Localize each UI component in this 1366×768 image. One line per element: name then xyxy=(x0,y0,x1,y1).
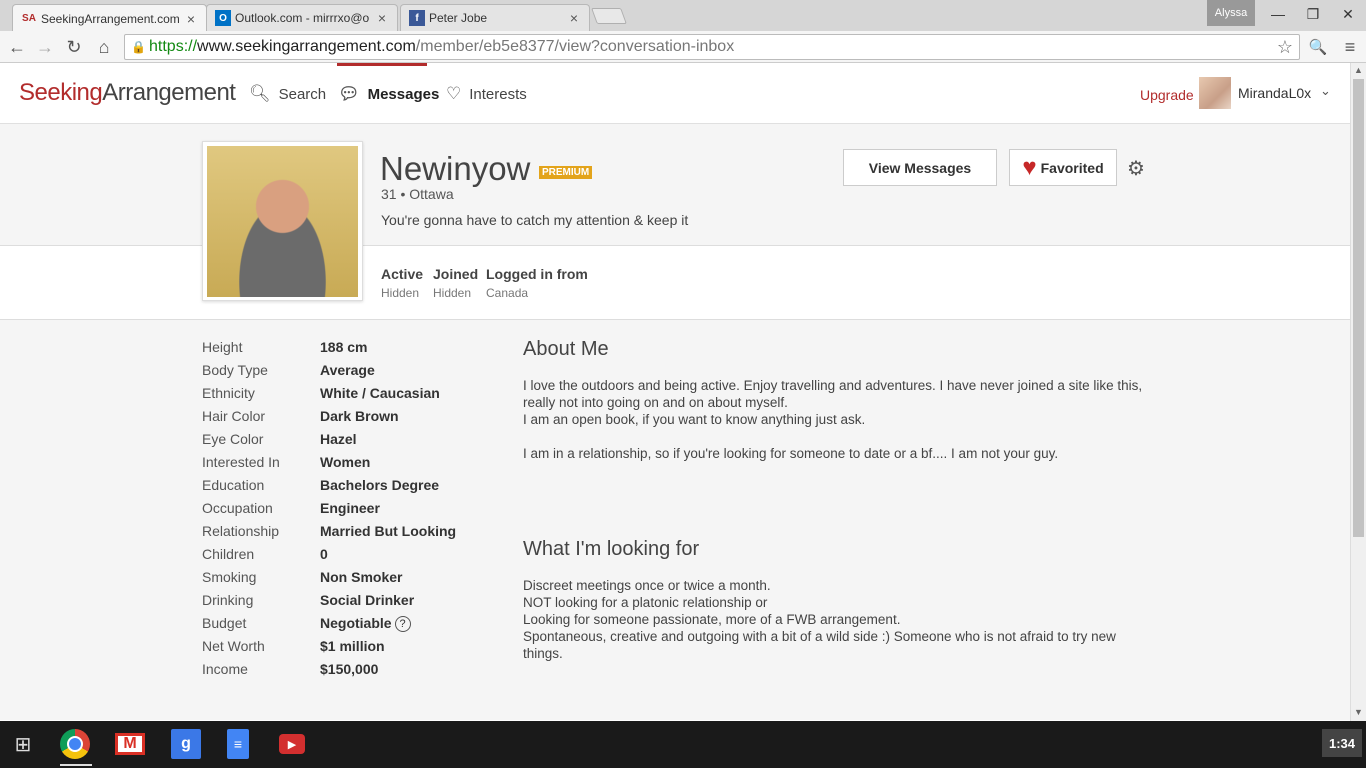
home-icon[interactable]: ⌂ xyxy=(92,35,116,59)
favorited-button[interactable]: ♥ Favorited xyxy=(1009,149,1117,186)
stat-value: Hidden xyxy=(433,286,472,300)
username[interactable]: MirandaL0x xyxy=(1238,85,1311,101)
close-tab-icon[interactable]: × xyxy=(375,10,389,26)
tab-title: SeekingArrangement.com xyxy=(41,11,180,26)
search-icon: 🔍︎ xyxy=(249,84,271,103)
view-messages-button[interactable]: View Messages xyxy=(843,149,997,186)
close-window-icon[interactable]: ✕ xyxy=(1333,4,1363,24)
menu-icon[interactable]: ≡ xyxy=(1338,35,1362,59)
stat-joined: Joined Hidden xyxy=(433,266,478,300)
nav-search[interactable]: 🔍︎ Search xyxy=(249,83,326,105)
forward-arrow-icon[interactable]: → xyxy=(33,35,57,59)
close-tab-icon[interactable]: × xyxy=(184,11,198,27)
browser-tab-outlook[interactable]: O Outlook.com - mirrrxo@o × xyxy=(206,4,398,31)
extension-search-icon[interactable]: 🔍 xyxy=(1306,35,1330,59)
scroll-up-arrow-icon[interactable]: ▲ xyxy=(1354,65,1363,75)
reload-icon[interactable]: ↻ xyxy=(62,35,86,59)
url-path: /member/eb5e8377/view?conversation-inbox xyxy=(415,38,735,55)
scroll-down-arrow-icon[interactable]: ▼ xyxy=(1354,707,1363,717)
scrollbar-thumb[interactable] xyxy=(1353,79,1364,537)
about-me-line xyxy=(523,428,1153,445)
about-me-line: I am an open book, if you want to know a… xyxy=(523,412,866,427)
running-indicator xyxy=(60,764,92,766)
nav-active-indicator xyxy=(337,63,427,66)
profile-photo xyxy=(207,146,358,297)
nav-messages[interactable]: 💬︎ Messages xyxy=(338,83,439,105)
nav-search-label: Search xyxy=(278,85,327,103)
nav-interests-label: Interests xyxy=(469,85,527,103)
stat-value: Canada xyxy=(486,286,529,300)
member-name: Newinyow xyxy=(380,150,531,187)
google-search-icon[interactable]: g xyxy=(171,729,201,759)
google-docs-icon[interactable]: ≡ xyxy=(227,729,249,759)
looking-for-line: Discreet meetings once or twice a month. xyxy=(523,578,771,593)
stat-label: Active xyxy=(381,266,424,282)
app-launcher-icon[interactable]: ⊞ xyxy=(8,729,38,759)
browser-profile-name[interactable]: Alyssa xyxy=(1207,0,1255,26)
looking-for-title: What I'm looking for xyxy=(523,538,700,560)
heart-outline-icon: ♡ xyxy=(446,84,462,103)
premium-badge: PREMIUM xyxy=(539,166,593,179)
maximize-icon[interactable]: ❐ xyxy=(1298,4,1328,24)
looking-for-body: Discreet meetings once or twice a month.… xyxy=(523,577,1153,662)
location: Ottawa xyxy=(409,186,454,202)
age-location: 31 • Ottawa xyxy=(381,186,454,202)
url-host: www.seekingarrangement.com xyxy=(197,38,416,55)
browser-tab-seekingarrangement[interactable]: SA SeekingArrangement.com × xyxy=(12,4,207,32)
chevron-down-icon[interactable]: ⌄ xyxy=(1320,83,1331,99)
separator-dot: • xyxy=(400,186,406,202)
sa-favicon-icon: SA xyxy=(22,13,36,24)
new-tab-button[interactable] xyxy=(591,8,627,24)
tab-title: Outlook.com - mirrrxo@o xyxy=(235,11,370,25)
looking-for-line: Looking for someone passionate, more of … xyxy=(523,612,901,627)
url-scheme: https:// xyxy=(149,38,198,55)
gmail-icon[interactable]: M xyxy=(115,733,145,755)
back-arrow-icon[interactable]: ← xyxy=(5,35,29,59)
about-me-title: About Me xyxy=(523,338,609,360)
browser-toolbar: ← → ↻ ⌂ 🔒 https://www.seekingarrangement… xyxy=(0,31,1366,63)
looking-for-line: NOT looking for a platonic relationship … xyxy=(523,595,768,610)
about-me-line: I love the outdoors and being active. En… xyxy=(523,378,1143,410)
chrome-icon[interactable] xyxy=(60,729,90,759)
lock-icon: 🔒 xyxy=(131,40,146,54)
youtube-icon[interactable]: ▶ xyxy=(279,734,305,754)
browser-tab-strip: SA SeekingArrangement.com × O Outlook.co… xyxy=(0,0,1366,32)
site-header: SeekingArrangement 🔍︎ Search 💬︎ Messages… xyxy=(0,63,1350,124)
stat-logged-in-from: Logged in from Canada xyxy=(486,266,588,300)
site-logo[interactable]: SeekingArrangement xyxy=(19,79,236,107)
nav-messages-label: Messages xyxy=(367,85,440,103)
browser-tab-facebook[interactable]: f Peter Jobe × xyxy=(400,4,590,31)
avatar[interactable] xyxy=(1199,77,1231,109)
age: 31 xyxy=(381,186,397,202)
tab-title: Peter Jobe xyxy=(429,11,488,25)
outlook-favicon-icon: O xyxy=(215,10,231,26)
upgrade-link[interactable]: Upgrade xyxy=(1140,87,1194,103)
stat-label: Joined xyxy=(433,266,479,282)
gear-icon[interactable]: ⚙ xyxy=(1127,156,1145,181)
close-tab-icon[interactable]: × xyxy=(567,10,581,26)
heart-icon: ♥ xyxy=(1022,153,1037,181)
about-me-line: I am in a relationship, so if you're loo… xyxy=(523,446,1059,461)
os-taskbar: ⊞ M g ≡ ▶ xyxy=(0,721,1366,768)
bookmark-star-icon[interactable]: ☆ xyxy=(1277,37,1293,58)
address-bar[interactable]: 🔒 https://www.seekingarrangement.com/mem… xyxy=(124,34,1300,60)
page-scrollbar[interactable]: ▲ ▼ xyxy=(1350,63,1366,721)
minimize-icon[interactable]: — xyxy=(1263,4,1293,24)
facebook-favicon-icon: f xyxy=(409,10,425,26)
stat-label: Logged in from xyxy=(486,266,588,282)
stat-value: Hidden xyxy=(381,286,420,300)
looking-for-line: Spontaneous, creative and outgoing with … xyxy=(523,629,1116,661)
help-question-icon[interactable]: ? xyxy=(394,616,411,633)
profile-photo-frame[interactable] xyxy=(202,141,363,301)
favorited-label: Favorited xyxy=(1040,159,1104,176)
system-clock[interactable]: 1:34 xyxy=(1322,729,1362,757)
nav-interests[interactable]: ♡ Interests xyxy=(446,83,527,105)
chat-bubble-icon: 💬︎ xyxy=(338,84,360,103)
stat-active: Active Hidden xyxy=(381,266,423,300)
about-me-body: I love the outdoors and being active. En… xyxy=(523,377,1153,462)
profile-headline: You're gonna have to catch my attention … xyxy=(381,212,689,228)
